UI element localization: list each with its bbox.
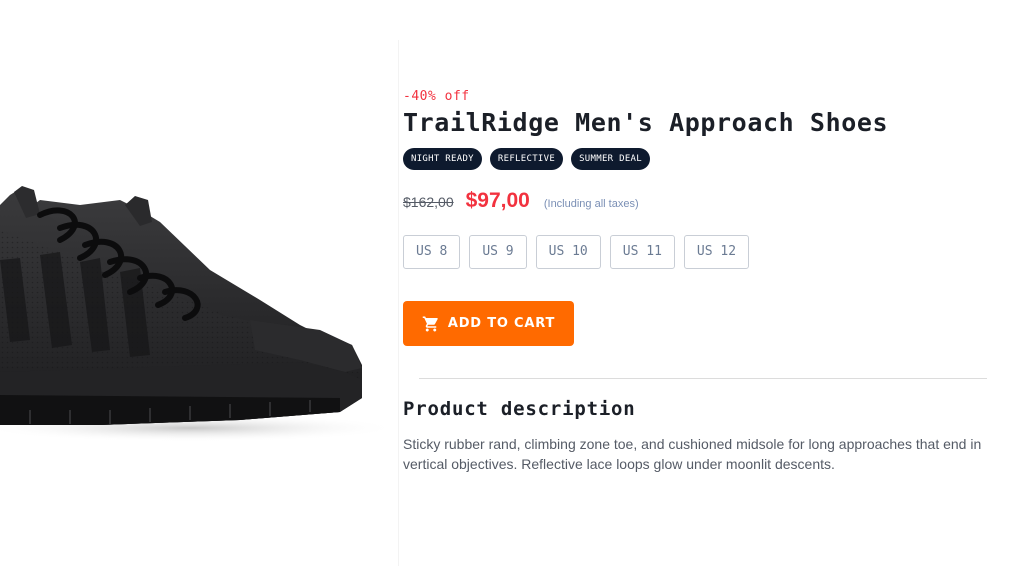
old-price: $162,00 (403, 194, 454, 210)
sale-price: $97,00 (465, 189, 530, 212)
discount-label: -40% off (403, 89, 470, 104)
size-option-us-11[interactable]: US 11 (609, 235, 675, 269)
shoe-illustration (0, 186, 398, 442)
tax-note: (Including all taxes) (543, 198, 639, 210)
product-info: -40% off TrailRidge Men's Approach Shoes… (403, 0, 1003, 566)
product-title: TrailRidge Men's Approach Shoes (403, 108, 889, 137)
add-to-cart-button[interactable]: ADD TO CART (403, 301, 574, 346)
size-option-us-9[interactable]: US 9 (469, 235, 527, 269)
section-divider (419, 378, 987, 379)
cart-icon (422, 316, 438, 331)
panel-divider (398, 40, 399, 566)
size-option-us-8[interactable]: US 8 (403, 235, 461, 269)
add-to-cart-label: ADD TO CART (447, 316, 556, 331)
product-image (0, 0, 398, 566)
price-row: $162,00 $97,00 (Including all taxes) (403, 189, 639, 219)
description-text: Sticky rubber rand, climbing zone toe, a… (403, 436, 982, 472)
tag-list: NIGHT READY REFLECTIVE SUMMER DEAL (403, 148, 650, 170)
size-option-us-12[interactable]: US 12 (683, 235, 750, 269)
tag-summer-deal: SUMMER DEAL (571, 148, 650, 170)
description-heading: Product description (403, 398, 636, 420)
tag-reflective: REFLECTIVE (489, 148, 564, 170)
tag-night-ready: NIGHT READY (403, 148, 482, 170)
size-option-us-10[interactable]: US 10 (535, 235, 601, 269)
size-selector: US 8 US 9 US 10 US 11 US 12 (403, 235, 750, 269)
